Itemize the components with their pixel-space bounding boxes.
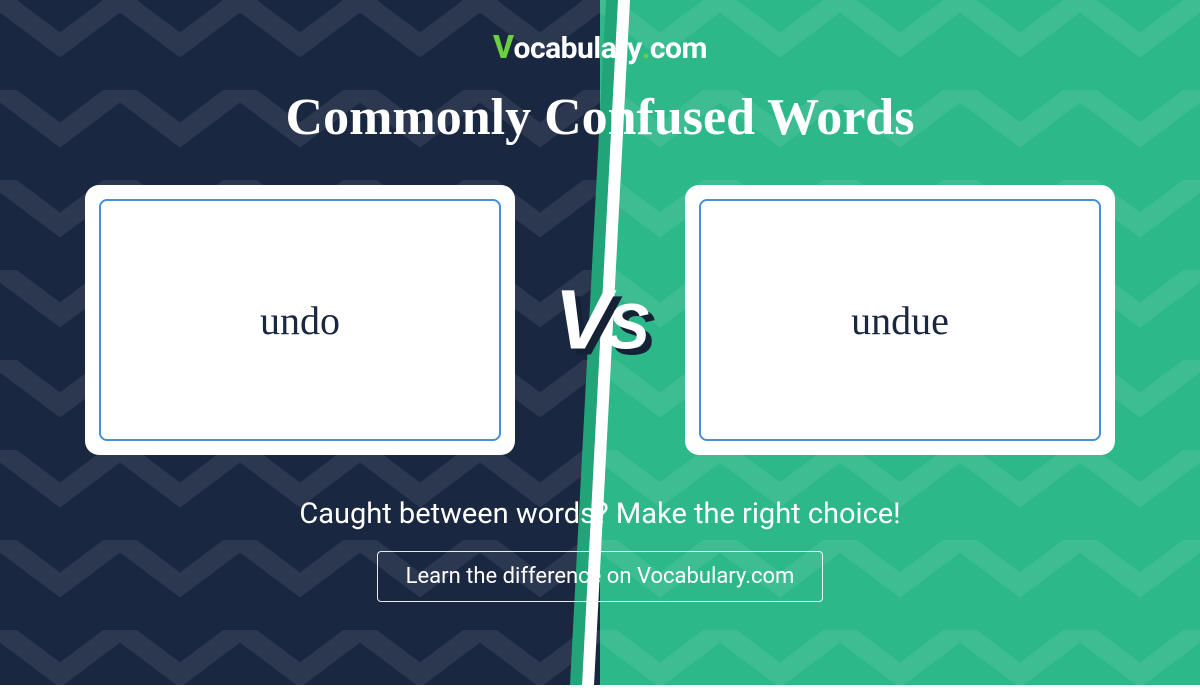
word-card-right: undue [685, 185, 1115, 455]
word-card-right-inner: undue [699, 199, 1101, 441]
logo: Vocabulary.com [493, 28, 707, 66]
logo-dot: . [642, 31, 650, 66]
word-right: undue [851, 297, 949, 344]
word-left: undo [260, 297, 340, 344]
cards-row: undo VS VS undue [0, 185, 1200, 455]
logo-com: com [650, 31, 707, 66]
page-title: Commonly Confused Words [286, 88, 915, 147]
word-card-left: undo [85, 185, 515, 455]
tagline: Caught between words? Make the right cho… [299, 497, 900, 531]
logo-v: V [493, 28, 514, 66]
learn-difference-button[interactable]: Learn the difference on Vocabulary.com [377, 551, 824, 602]
vs-text: VS [555, 272, 646, 369]
logo-rest: ocabulary [514, 31, 642, 66]
vs-badge: VS VS [555, 272, 646, 369]
word-card-left-inner: undo [99, 199, 501, 441]
content-container: Vocabulary.com Commonly Confused Words u… [0, 0, 1200, 685]
